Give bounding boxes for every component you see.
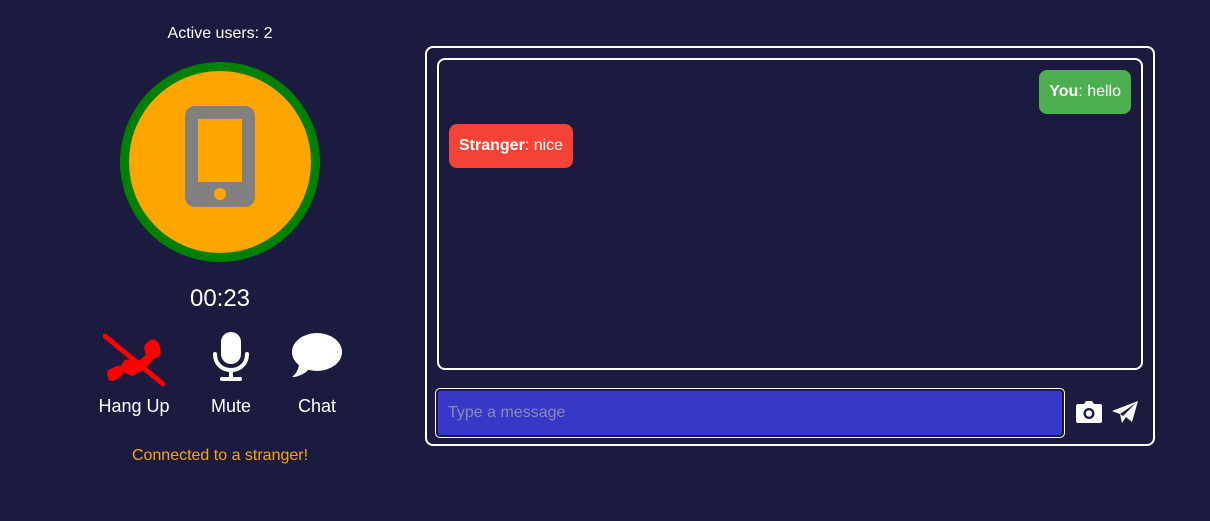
phone-slash-icon <box>103 333 165 387</box>
message-sender: You <box>1049 83 1079 100</box>
microphone-icon <box>213 332 249 381</box>
mute-label: Mute <box>210 396 252 416</box>
message-input-row <box>435 388 1145 438</box>
message-sender: Stranger <box>459 137 525 154</box>
send-button[interactable] <box>1110 398 1140 428</box>
camera-icon <box>1076 401 1102 423</box>
avatar-circle <box>129 71 311 253</box>
smartphone-icon <box>185 106 255 207</box>
chat-button[interactable]: Chat <box>267 330 367 420</box>
page: Active users: 2 00:23 Hang Up Mute Chat … <box>0 0 1210 521</box>
chat-label: Chat <box>297 396 337 416</box>
camera-button[interactable] <box>1075 398 1105 428</box>
message-text: : nice <box>524 137 564 154</box>
avatar <box>120 62 320 262</box>
hang-up-label: Hang Up <box>98 396 170 416</box>
call-timer: 00:23 <box>189 285 251 312</box>
connection-status: Connected to a stranger! <box>131 447 309 464</box>
hang-up-button[interactable]: Hang Up <box>84 330 184 420</box>
paper-plane-icon <box>1112 401 1138 423</box>
mute-button[interactable]: Mute <box>181 330 281 420</box>
message-input[interactable] <box>435 388 1065 438</box>
call-panel: Active users: 2 00:23 Hang Up Mute Chat … <box>80 0 360 521</box>
chat-panel: You: hello Stranger: nice <box>425 46 1155 446</box>
message-bubble-stranger: Stranger: nice <box>449 124 574 168</box>
messages-list[interactable]: You: hello Stranger: nice <box>437 58 1143 370</box>
message-text: : hello <box>1078 83 1121 100</box>
active-users-count: Active users: 2 <box>167 25 273 42</box>
message-bubble-you: You: hello <box>1039 70 1131 114</box>
speech-bubble-icon <box>292 333 342 377</box>
